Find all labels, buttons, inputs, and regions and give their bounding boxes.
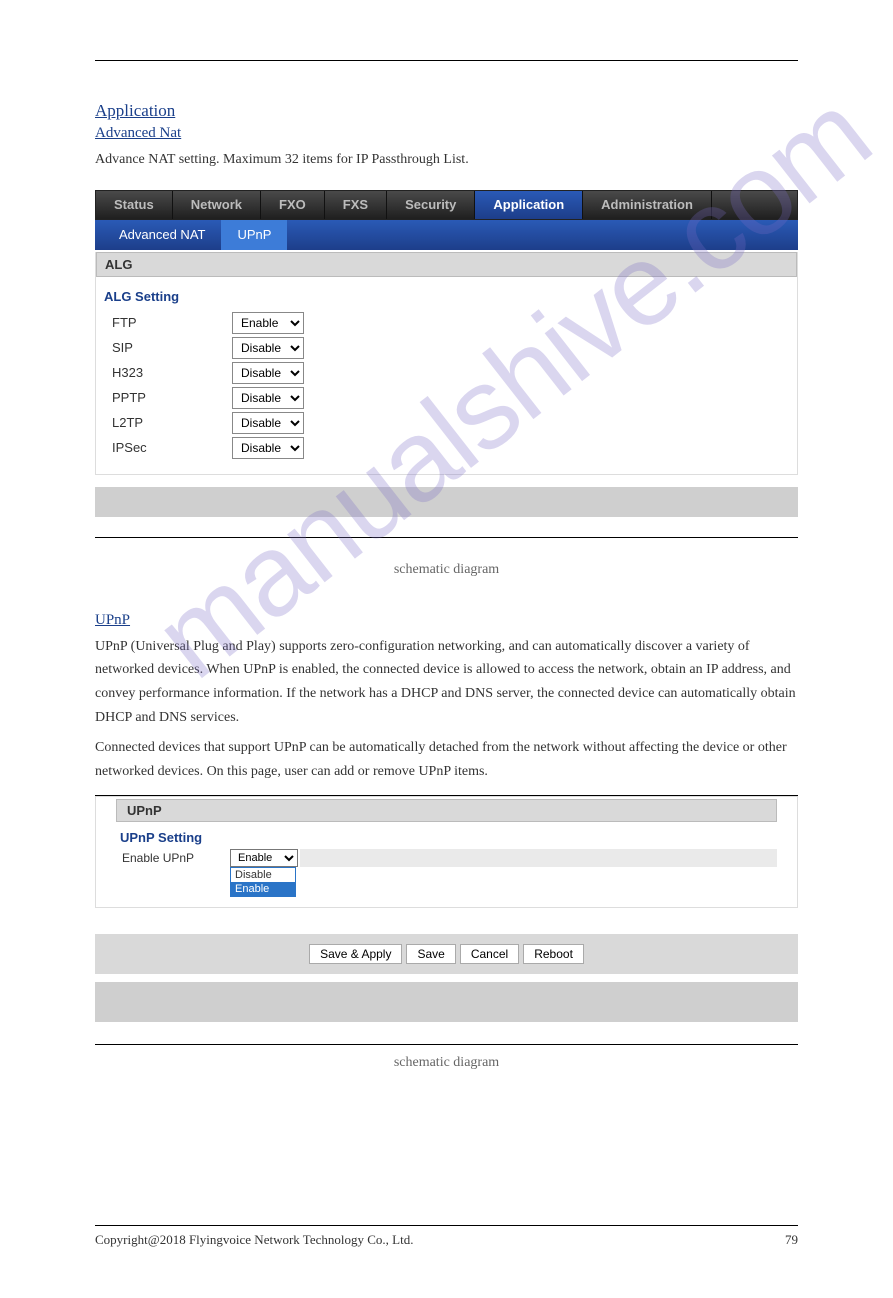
save-apply-button[interactable]: Save & Apply <box>309 944 402 964</box>
tab-fxo[interactable]: FXO <box>261 191 325 219</box>
sub-tabbar: Advanced NAT UPnP <box>95 220 798 250</box>
upnp-schematic-label: schematic diagram <box>95 1051 798 1075</box>
alg-row-ipsec: IPSec Disable <box>112 437 797 459</box>
upnp-box-subtitle: UPnP Setting <box>120 830 777 845</box>
tab-network[interactable]: Network <box>173 191 261 219</box>
upnp-box-title: UPnP <box>116 799 777 822</box>
alg-select-ipsec[interactable]: Disable <box>232 437 304 459</box>
subtab-advanced-nat[interactable]: Advanced NAT <box>103 220 221 250</box>
upnp-para2: Connected devices that support UPnP can … <box>95 736 798 784</box>
alg-select-h323[interactable]: Disable <box>232 362 304 384</box>
alg-select-pptp[interactable]: Disable <box>232 387 304 409</box>
footer-left: Copyright@2018 Flyingvoice Network Techn… <box>95 1232 413 1248</box>
upnp-screenshot: UPnP UPnP Setting Enable UPnP Enable Dis… <box>95 795 798 1075</box>
upnp-option-enable[interactable]: Enable <box>231 882 295 896</box>
alg-row-l2tp: L2TP Disable <box>112 412 797 434</box>
upnp-enable-label: Enable UPnP <box>122 849 230 865</box>
advanced-nat-link[interactable]: Advanced Nat <box>95 125 181 142</box>
upnp-strip <box>300 849 777 867</box>
advance-nat-text: Advance NAT setting. Maximum 32 items fo… <box>95 148 798 172</box>
reboot-button[interactable]: Reboot <box>523 944 584 964</box>
tab-fxs[interactable]: FXS <box>325 191 387 219</box>
alg-select-ftp[interactable]: Enable <box>232 312 304 334</box>
top-rule <box>95 60 798 61</box>
rule <box>95 537 798 538</box>
alg-subtitle: ALG Setting <box>104 289 797 304</box>
alg-label: FTP <box>112 315 232 330</box>
alg-row-ftp: FTP Enable <box>112 312 797 334</box>
alg-select-sip[interactable]: Disable <box>232 337 304 359</box>
tab-security[interactable]: Security <box>387 191 475 219</box>
alg-schematic-label: schematic diagram <box>95 558 798 582</box>
cancel-button[interactable]: Cancel <box>460 944 519 964</box>
upnp-link[interactable]: UPnP <box>95 612 130 629</box>
alg-label: PPTP <box>112 390 232 405</box>
gray-strip <box>95 487 798 517</box>
upnp-option-disable[interactable]: Disable <box>231 868 295 882</box>
main-tabbar: Status Network FXO FXS Security Applicat… <box>95 190 798 220</box>
subtab-upnp[interactable]: UPnP <box>221 220 287 250</box>
button-row: Save & Apply Save Cancel Reboot <box>95 934 798 974</box>
alg-row-sip: SIP Disable <box>112 337 797 359</box>
alg-row-h323: H323 Disable <box>112 362 797 384</box>
tab-application[interactable]: Application <box>475 191 583 219</box>
footer-page: 79 <box>785 1232 798 1248</box>
application-link[interactable]: Application <box>95 101 175 121</box>
tab-administration[interactable]: Administration <box>583 191 712 219</box>
alg-select-l2tp[interactable]: Disable <box>232 412 304 434</box>
upnp-para1: UPnP (Universal Plug and Play) supports … <box>95 635 798 730</box>
upnp-dropdown-list[interactable]: Disable Enable <box>230 867 296 897</box>
save-button[interactable]: Save <box>406 944 455 964</box>
tab-status[interactable]: Status <box>96 191 173 219</box>
alg-label: L2TP <box>112 415 232 430</box>
alg-label: H323 <box>112 365 232 380</box>
alg-screenshot: Status Network FXO FXS Security Applicat… <box>95 190 798 582</box>
gray-strip <box>95 982 798 1022</box>
alg-row-pptp: PPTP Disable <box>112 387 797 409</box>
alg-label: SIP <box>112 340 232 355</box>
upnp-enable-select[interactable]: Enable <box>230 849 298 867</box>
alg-label: IPSec <box>112 440 232 455</box>
alg-title: ALG <box>96 252 797 277</box>
rule <box>95 1044 798 1045</box>
